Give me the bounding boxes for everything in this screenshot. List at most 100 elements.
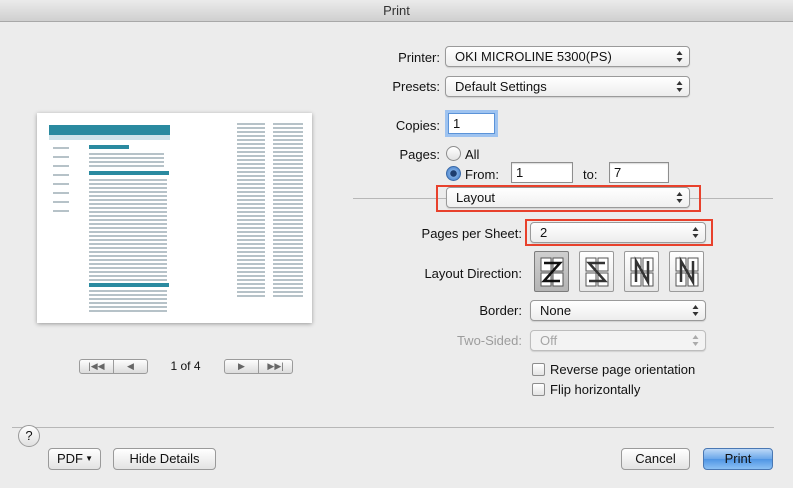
preview-line	[237, 219, 265, 221]
preview-line	[273, 231, 303, 233]
layout-direction-n-reverse-button[interactable]	[624, 251, 659, 292]
reverse-orientation-checkbox[interactable]	[532, 363, 545, 376]
preview-line	[89, 259, 167, 261]
preview-line	[273, 199, 303, 201]
preview-line	[273, 147, 303, 149]
pager-back-controls: |◀◀ ◀	[79, 359, 148, 374]
preview-line	[237, 259, 265, 261]
previous-page-icon[interactable]: ◀	[113, 360, 147, 373]
preview-line	[273, 175, 303, 177]
pages-from-input[interactable]: 1	[511, 162, 573, 183]
preview-line	[237, 203, 265, 205]
preview-line	[89, 187, 167, 189]
preview-line	[89, 298, 167, 300]
preview-line	[273, 159, 303, 161]
help-button[interactable]: ?	[18, 425, 40, 447]
preview-line	[273, 143, 303, 145]
layout-direction-label: Layout Direction:	[424, 266, 522, 281]
printer-label: Printer:	[398, 50, 440, 65]
preview-line	[89, 271, 167, 273]
preview-line	[273, 267, 303, 269]
border-value: None	[540, 303, 572, 318]
preview-line	[237, 239, 265, 241]
border-popup[interactable]: None	[530, 300, 706, 321]
pdf-label: PDF	[57, 451, 83, 466]
preview-line	[237, 171, 265, 173]
pdf-button[interactable]: PDF ▼	[48, 448, 101, 470]
print-preview	[37, 113, 312, 323]
hide-details-button[interactable]: Hide Details	[113, 448, 216, 470]
preview-line	[273, 247, 303, 249]
preview-line	[89, 199, 167, 201]
pages-from-radio[interactable]	[446, 166, 461, 181]
preview-line	[89, 183, 167, 185]
preview-line	[273, 219, 303, 221]
preview-line	[237, 263, 265, 265]
preview-line	[89, 290, 167, 292]
preview-line	[237, 291, 265, 293]
preview-line	[89, 251, 167, 253]
preview-line	[89, 302, 167, 304]
preview-line	[273, 283, 303, 285]
preview-line	[273, 163, 303, 165]
printer-popup[interactable]: OKI MICROLINE 5300(PS)	[445, 46, 690, 67]
preview-line	[53, 192, 69, 194]
layout-direction-z-button[interactable]	[534, 251, 569, 292]
next-page-icon[interactable]: ▶	[225, 360, 258, 373]
preview-line	[89, 223, 167, 225]
preview-line	[89, 239, 167, 241]
preview-line	[53, 183, 69, 185]
preview-line	[89, 215, 167, 217]
preview-line	[237, 139, 265, 141]
presets-popup[interactable]: Default Settings	[445, 76, 690, 97]
last-page-icon[interactable]: ▶▶|	[258, 360, 292, 373]
pages-all-radio[interactable]	[446, 146, 461, 161]
layout-direction-s-button[interactable]	[579, 251, 614, 292]
preview-line	[237, 295, 265, 297]
preview-line	[273, 263, 303, 265]
preview-line	[237, 207, 265, 209]
pages-per-sheet-label: Pages per Sheet:	[421, 226, 522, 241]
preview-line	[237, 199, 265, 201]
preview-line	[237, 227, 265, 229]
pages-per-sheet-highlight	[525, 219, 713, 246]
preview-line	[273, 279, 303, 281]
preview-line	[273, 207, 303, 209]
layout-n-icon	[675, 255, 698, 287]
preview-line	[89, 145, 129, 149]
layout-direction-n-button[interactable]	[669, 251, 704, 292]
preview-line	[53, 174, 69, 176]
preview-line	[237, 243, 265, 245]
preview-line	[89, 219, 167, 221]
popup-arrows-icon	[692, 304, 699, 317]
preview-line	[273, 239, 303, 241]
preview-line	[89, 207, 167, 209]
preview-line	[237, 287, 265, 289]
preview-line	[237, 127, 265, 129]
preview-line	[89, 263, 167, 265]
preview-line	[89, 247, 167, 249]
two-sided-value: Off	[540, 333, 558, 348]
preview-line	[89, 267, 167, 269]
printer-value: OKI MICROLINE 5300(PS)	[455, 49, 612, 64]
preview-line	[89, 157, 164, 159]
first-page-icon[interactable]: |◀◀	[80, 360, 113, 373]
cancel-button[interactable]: Cancel	[621, 448, 690, 470]
pages-to-input[interactable]: 7	[609, 162, 669, 183]
layout-s-icon	[585, 257, 608, 286]
flip-horizontally-checkbox[interactable]	[532, 383, 545, 396]
preview-line	[237, 155, 265, 157]
two-sided-label: Two-Sided:	[456, 333, 522, 348]
copies-input[interactable]: 1	[448, 113, 495, 134]
print-button[interactable]: Print	[703, 448, 773, 470]
preview-line	[89, 235, 167, 237]
preview-line	[237, 275, 265, 277]
preview-line	[237, 251, 265, 253]
preview-line	[89, 306, 167, 308]
window-title: Print	[0, 0, 793, 22]
pages-to-label: to:	[583, 167, 598, 182]
preview-line	[237, 211, 265, 213]
preview-line	[273, 251, 303, 253]
two-sided-popup: Off	[530, 330, 706, 351]
preview-line	[237, 247, 265, 249]
